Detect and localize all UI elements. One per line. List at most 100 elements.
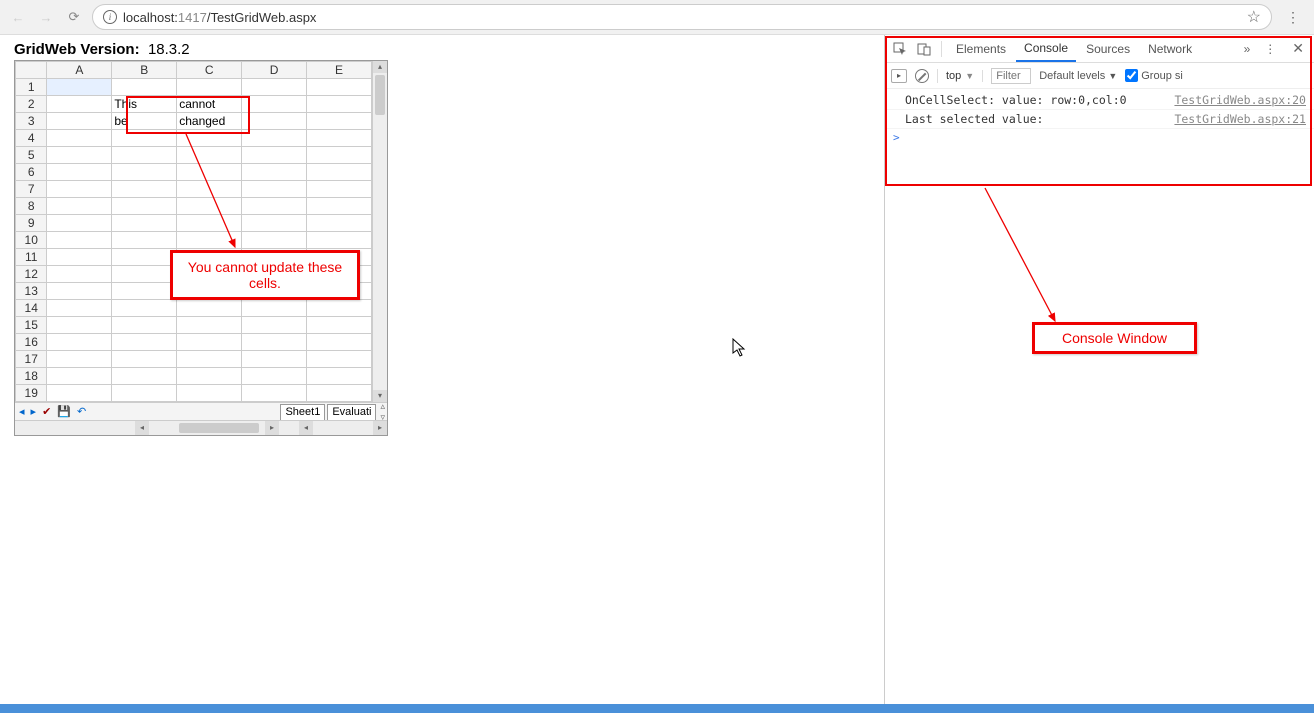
grid-cell[interactable] [47,283,112,300]
row-header[interactable]: 15 [16,317,47,334]
grid-cell[interactable] [177,300,242,317]
row-header[interactable]: 13 [16,283,47,300]
grid-cell[interactable] [242,351,307,368]
grid-cell[interactable] [112,232,177,249]
grid-cell[interactable] [242,181,307,198]
grid-cell[interactable] [307,96,372,113]
hscroll-left2-icon[interactable]: ◂ [299,421,313,435]
row-header[interactable]: 8 [16,198,47,215]
corner-cell[interactable] [16,62,47,79]
grid-cell[interactable] [177,79,242,96]
horizontal-scrollbar[interactable]: ◂ ▸ ◂ ▸ [15,420,387,435]
nav-next-icon[interactable]: ▸ [31,405,37,418]
grid-cell[interactable] [47,317,112,334]
hscroll-thumb[interactable] [179,423,259,433]
grid-cell[interactable] [177,181,242,198]
grid-cell[interactable] [307,79,372,96]
grid-cell[interactable] [112,317,177,334]
grid-cell[interactable] [307,215,372,232]
accept-icon[interactable]: ✔ [42,405,51,418]
grid-cell[interactable] [47,130,112,147]
grid-cell[interactable] [177,334,242,351]
row-header[interactable]: 2 [16,96,47,113]
grid-cell[interactable] [307,198,372,215]
row-header[interactable]: 16 [16,334,47,351]
row-header[interactable]: 18 [16,368,47,385]
row-header[interactable]: 7 [16,181,47,198]
grid-cell[interactable] [177,232,242,249]
row-header[interactable]: 9 [16,215,47,232]
grid-cell[interactable] [112,300,177,317]
grid-cell[interactable] [47,351,112,368]
row-header[interactable]: 17 [16,351,47,368]
grid-cell[interactable] [47,249,112,266]
grid-cell[interactable] [242,385,307,402]
grid-cell[interactable] [47,147,112,164]
save-icon[interactable]: 💾 [57,405,71,418]
grid-cell[interactable] [307,147,372,164]
grid-cell[interactable] [47,334,112,351]
forward-button[interactable]: → [36,7,56,27]
undo-icon[interactable]: ↶ [77,405,86,418]
row-header[interactable]: 12 [16,266,47,283]
grid-cell[interactable] [177,198,242,215]
grid-cell[interactable] [47,164,112,181]
grid-cell[interactable] [242,79,307,96]
grid-cell[interactable] [242,300,307,317]
grid-cell[interactable] [112,334,177,351]
grid-cell[interactable] [177,215,242,232]
grid-cell[interactable] [177,164,242,181]
grid-cell[interactable] [177,147,242,164]
col-header-A[interactable]: A [47,62,112,79]
col-header-B[interactable]: B [112,62,177,79]
sheet-tab-sheet1[interactable]: Sheet1 [280,404,325,420]
col-header-D[interactable]: D [242,62,307,79]
grid-cell[interactable] [307,351,372,368]
col-header-E[interactable]: E [307,62,372,79]
grid-cell[interactable] [47,181,112,198]
grid-cell[interactable] [307,368,372,385]
grid-cell[interactable] [177,317,242,334]
grid-cell[interactable] [112,79,177,96]
vertical-scrollbar-thumb[interactable] [375,75,385,115]
row-header[interactable]: 10 [16,232,47,249]
grid-cell[interactable] [242,368,307,385]
grid-cell[interactable] [112,385,177,402]
grid-cell[interactable] [112,181,177,198]
grid-cell[interactable] [112,164,177,181]
row-header[interactable]: 6 [16,164,47,181]
grid-cell[interactable] [242,317,307,334]
grid-cell[interactable] [242,215,307,232]
grid-cell[interactable] [112,351,177,368]
row-header[interactable]: 5 [16,147,47,164]
row-header[interactable]: 4 [16,130,47,147]
grid-cell[interactable] [307,300,372,317]
grid-cell[interactable] [242,334,307,351]
grid-cell[interactable] [177,351,242,368]
grid-cell[interactable] [47,300,112,317]
grid-cell[interactable] [47,79,112,96]
col-header-C[interactable]: C [177,62,242,79]
grid-cell[interactable] [177,368,242,385]
grid-cell[interactable] [47,266,112,283]
grid-cell[interactable] [242,147,307,164]
site-info-icon[interactable]: i [103,10,117,24]
grid-cell[interactable] [242,198,307,215]
row-header[interactable]: 11 [16,249,47,266]
grid-cell[interactable] [47,232,112,249]
grid-cell[interactable] [47,385,112,402]
address-bar[interactable]: i localhost:1417/TestGridWeb.aspx ☆ [92,4,1272,30]
hscroll-left-icon[interactable]: ◂ [135,421,149,435]
grid-cell[interactable] [242,130,307,147]
grid-cell[interactable] [47,198,112,215]
row-header[interactable]: 14 [16,300,47,317]
nav-prev-icon[interactable]: ◂ [19,405,25,418]
grid-cell[interactable] [112,368,177,385]
bookmark-star-icon[interactable]: ☆ [1247,7,1261,27]
grid-cell[interactable] [112,266,177,283]
grid-cell[interactable] [242,232,307,249]
grid-cell[interactable] [242,164,307,181]
grid-cell[interactable] [307,130,372,147]
grid-cell[interactable] [112,215,177,232]
hscroll-right-icon[interactable]: ▸ [265,421,279,435]
